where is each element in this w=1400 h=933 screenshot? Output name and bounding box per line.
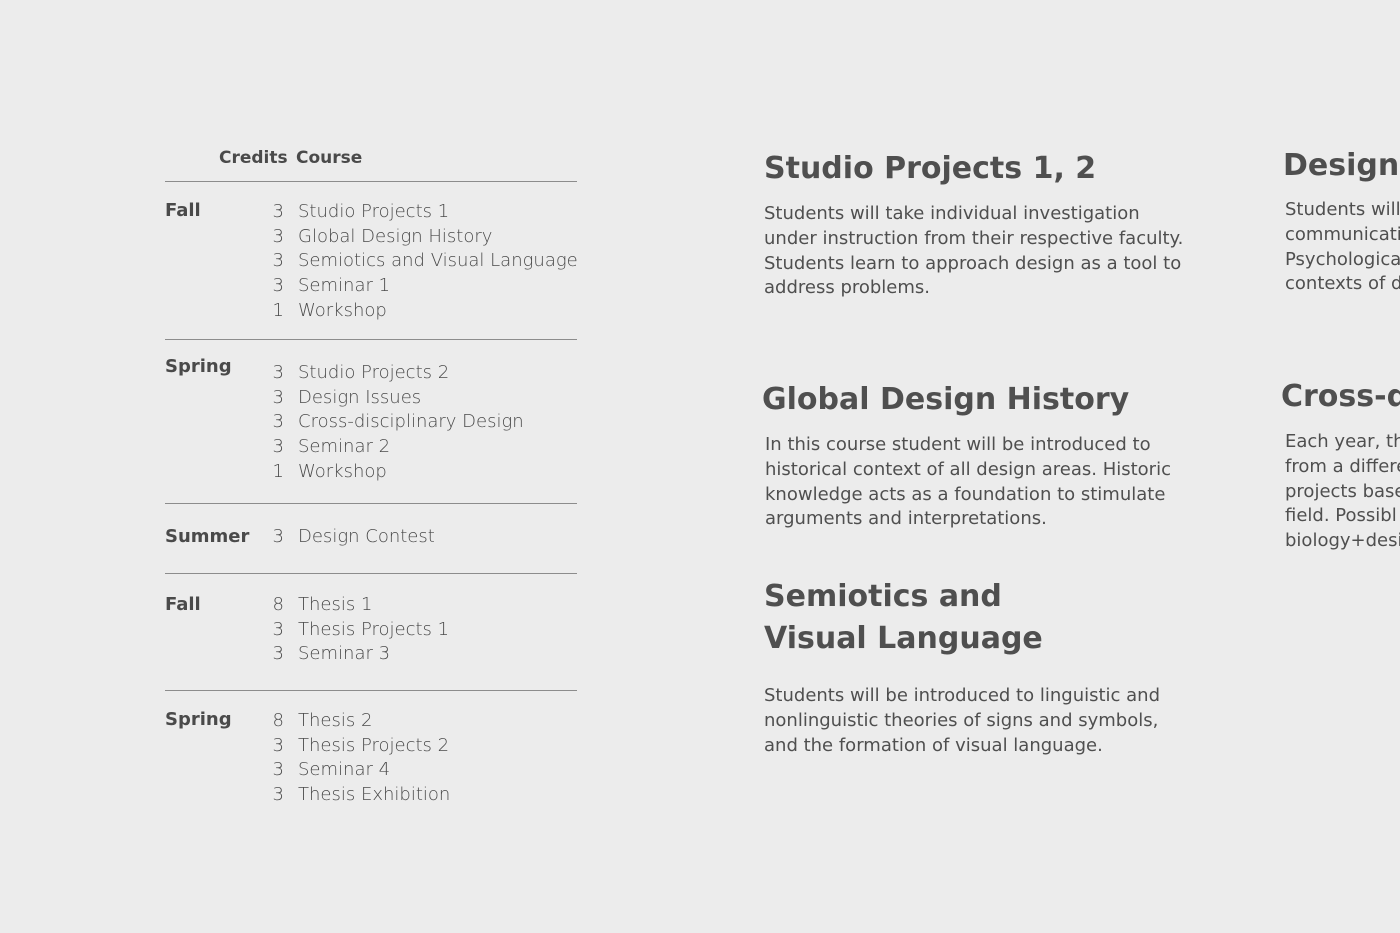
course-credits: 8 xyxy=(272,594,284,615)
course-credits: 3 xyxy=(272,386,284,408)
course-list: 3 Studio Projects 1 3 Global Design History… xyxy=(270,201,578,325)
course-row: 3 Cross-disciplinary Design xyxy=(270,411,577,436)
course-row: 3 Semiotics and Visual Language xyxy=(270,250,578,275)
section-title: Studio Projects 1, 2 xyxy=(764,151,1097,186)
course-name: Thesis 1 xyxy=(298,594,373,615)
course-row: 3 Studio Projects 1 xyxy=(270,201,577,226)
term-label: Spring xyxy=(165,356,232,377)
course-name: Semiotics and Visual Language xyxy=(298,250,578,272)
term-label: Spring xyxy=(165,709,232,730)
course-credits: 3 xyxy=(272,734,284,756)
course-credits: 3 xyxy=(272,275,284,297)
course-credits: 3 xyxy=(272,759,284,781)
curriculum-table: Credits Course Fall 3 Studio Projects 1 3 Gl… xyxy=(165,145,578,808)
course-credits: 3 xyxy=(272,201,284,222)
term-label: Fall xyxy=(165,594,201,615)
term-label: Fall xyxy=(165,200,201,221)
section-body: Each year, th from a differe projects ba… xyxy=(1285,431,1400,552)
course-row: 3 Thesis Exhibition xyxy=(270,784,577,809)
course-list: 3 Design Contest xyxy=(270,526,577,551)
section-title: Semiotics and Visual Language xyxy=(764,579,1043,656)
course-list: 8 Thesis 1 3 Thesis Projects 1 3 Seminar 3 xyxy=(270,594,577,668)
section-body: Students will be introduced to linguisti… xyxy=(764,685,1161,756)
section-body: In this course student will be introduce… xyxy=(765,434,1171,530)
section-title: Design I xyxy=(1283,148,1400,183)
course-credits: 1 xyxy=(272,299,284,321)
course-row: 3 Design Contest xyxy=(270,526,577,551)
course-name: Seminar 1 xyxy=(298,275,391,297)
course-name: Thesis Projects 2 xyxy=(298,734,450,756)
course-credits: 3 xyxy=(272,618,284,640)
course-row: 1 Workshop xyxy=(270,461,577,486)
course-row: 3 Global Design History xyxy=(270,226,577,251)
global-design-history-section: Global Design History In this course stu… xyxy=(762,379,1192,532)
course-name: Seminar 3 xyxy=(298,643,391,665)
course-column-header: Course xyxy=(296,148,363,168)
section-title: Global Design History xyxy=(762,382,1130,417)
course-row: 3 Thesis Projects 1 xyxy=(270,619,577,644)
course-credits: 3 xyxy=(272,436,284,458)
course-name: Thesis 2 xyxy=(298,710,373,731)
course-credits: 3 xyxy=(272,362,284,383)
term-list: Fall 3 Studio Projects 1 3 Global Design His… xyxy=(165,182,578,808)
course-name: Studio Projects 1 xyxy=(298,201,450,222)
credits-column-header: Credits xyxy=(219,148,288,168)
term-block: Summer 3 Design Contest xyxy=(165,504,577,574)
cross-disciplinary-section: Cross-di Each year, th from a differe pr… xyxy=(1281,376,1400,554)
term-block: Fall 3 Studio Projects 1 3 Global Design His… xyxy=(165,182,578,340)
course-credits: 8 xyxy=(272,710,284,731)
course-list: 8 Thesis 2 3 Thesis Projects 2 3 Seminar 4 3 Th… xyxy=(270,710,577,809)
course-name: Global Design History xyxy=(298,225,493,247)
course-row: 8 Thesis 2 xyxy=(270,710,577,735)
course-name: Seminar 4 xyxy=(298,759,391,781)
course-name: Cross-disciplinary Design xyxy=(298,411,524,433)
course-credits: 3 xyxy=(272,784,284,806)
term-block: Spring 8 Thesis 2 3 Thesis Projects 2 3 Semina… xyxy=(165,691,577,808)
course-name: Workshop xyxy=(298,460,387,482)
course-list: 3 Studio Projects 2 3 Design Issues 3 Cross-d… xyxy=(270,362,577,485)
course-name: Seminar 2 xyxy=(298,436,391,458)
course-row: 3 Seminar 1 xyxy=(270,275,577,300)
course-credits: 1 xyxy=(272,460,284,482)
semiotics-section: Semiotics and Visual Language Students w… xyxy=(764,576,1194,758)
course-credits: 3 xyxy=(272,411,284,433)
course-name: Thesis Exhibition xyxy=(298,784,451,806)
course-row: 3 Seminar 2 xyxy=(270,436,577,461)
right-column-clipped: Design I Students will communicatio Psyc… xyxy=(1280,0,1400,933)
section-title: Cross-di xyxy=(1281,379,1400,414)
course-name: Design Issues xyxy=(298,386,422,408)
course-credits: 3 xyxy=(272,526,284,547)
course-row: 1 Workshop xyxy=(270,300,577,325)
course-row: 3 Thesis Projects 2 xyxy=(270,735,577,760)
course-name: Thesis Projects 1 xyxy=(298,618,450,640)
course-row: 3 Seminar 3 xyxy=(270,643,577,668)
course-credits: 3 xyxy=(272,643,284,665)
section-body: Students will communicatio Psychologica … xyxy=(1285,199,1400,295)
course-name: Workshop xyxy=(298,299,387,321)
table-header: Credits Course xyxy=(165,145,577,182)
course-credits: 3 xyxy=(272,250,284,272)
term-label: Summer xyxy=(165,526,250,547)
section-body: Students will take individual investigat… xyxy=(764,203,1184,299)
course-name: Studio Projects 2 xyxy=(298,362,450,383)
studio-projects-section: Studio Projects 1, 2 Students will take … xyxy=(764,148,1194,301)
course-row: 8 Thesis 1 xyxy=(270,594,577,619)
course-row: 3 Seminar 4 xyxy=(270,759,577,784)
course-row: 3 Design Issues xyxy=(270,387,577,412)
course-row: 3 Studio Projects 2 xyxy=(270,362,577,387)
design-issues-section: Design I Students will communicatio Psyc… xyxy=(1283,145,1400,297)
term-block: Spring 3 Studio Projects 2 3 Design Issues 3 C… xyxy=(165,340,577,504)
term-block: Fall 8 Thesis 1 3 Thesis Projects 1 3 Seminar … xyxy=(165,574,577,691)
course-name: Design Contest xyxy=(298,526,435,547)
course-credits: 3 xyxy=(272,225,284,247)
